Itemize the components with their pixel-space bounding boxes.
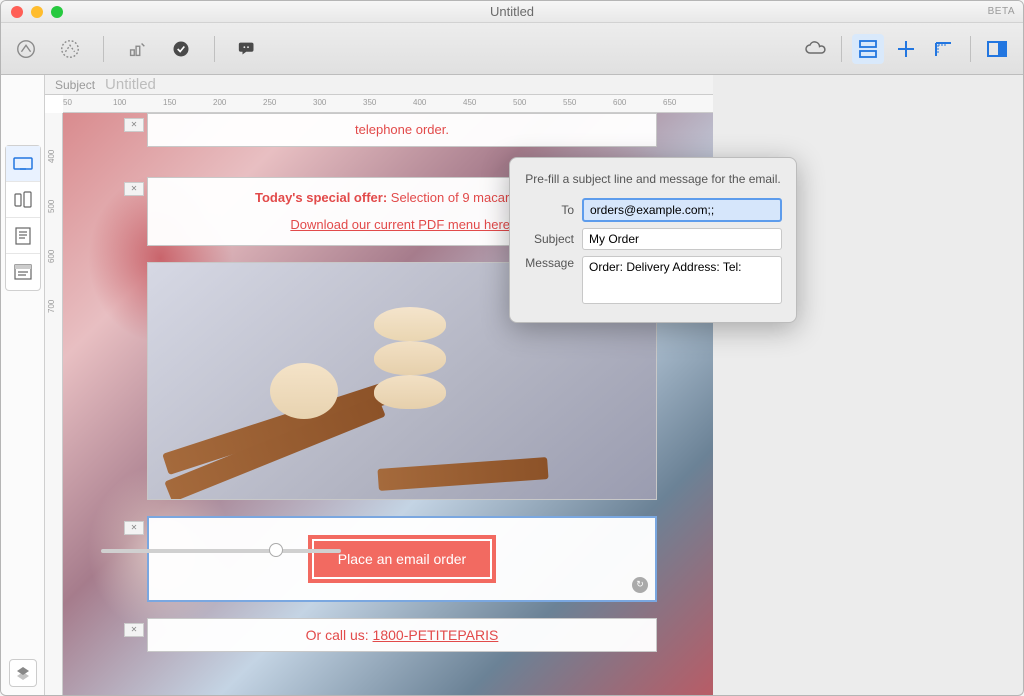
titlebar: Untitled BETA bbox=[1, 1, 1023, 23]
vertical-ruler: 400500600700 bbox=[45, 113, 63, 695]
popover-prompt: Pre-fill a subject line and message for … bbox=[524, 172, 782, 186]
text-view[interactable] bbox=[6, 218, 40, 254]
cloud-sync-icon[interactable] bbox=[799, 34, 831, 64]
close-window[interactable] bbox=[11, 6, 23, 18]
subject-label-pop: Subject bbox=[524, 232, 574, 246]
mobile-view[interactable] bbox=[6, 182, 40, 218]
block-handle[interactable]: ✕ bbox=[124, 182, 144, 196]
link-indicator-icon[interactable]: ↻ bbox=[632, 577, 648, 593]
top-text: telephone order. bbox=[355, 122, 449, 137]
to-label: To bbox=[524, 203, 574, 217]
call-prefix: Or call us: bbox=[306, 627, 373, 643]
beta-label: BETA bbox=[988, 6, 1015, 17]
message-input[interactable] bbox=[582, 256, 782, 304]
call-number[interactable]: 1800-PETITEPARIS bbox=[373, 627, 499, 643]
subject-input[interactable] bbox=[582, 228, 782, 250]
minimize-window[interactable] bbox=[31, 6, 43, 18]
checkmark-icon[interactable] bbox=[166, 34, 196, 64]
zoom-window[interactable] bbox=[51, 6, 63, 18]
block-handle[interactable]: ✕ bbox=[124, 623, 144, 637]
send-test-icon[interactable] bbox=[11, 34, 41, 64]
subject-bar[interactable]: Subject Untitled bbox=[45, 75, 713, 95]
comments-icon[interactable] bbox=[233, 34, 263, 64]
window-title: Untitled bbox=[490, 4, 534, 19]
alignment-icon[interactable] bbox=[890, 34, 922, 64]
email-prefill-popover: Pre-fill a subject line and message for … bbox=[509, 157, 797, 323]
ruler-icon[interactable] bbox=[928, 34, 960, 64]
send-icon[interactable] bbox=[55, 34, 85, 64]
cta-block[interactable]: ✕ Place an email order ↻ bbox=[147, 516, 657, 602]
device-palette bbox=[1, 75, 45, 695]
to-input[interactable] bbox=[582, 198, 782, 222]
block-handle[interactable]: ✕ bbox=[124, 521, 144, 535]
desktop-view[interactable] bbox=[6, 146, 40, 182]
pdf-link[interactable]: Download our current PDF menu here. bbox=[290, 217, 513, 232]
phone-block[interactable]: ✕ Or call us: 1800-PETITEPARIS bbox=[147, 618, 657, 652]
layout-view-icon[interactable] bbox=[852, 34, 884, 64]
message-label: Message bbox=[524, 256, 574, 270]
horizontal-ruler: 50100150200250300350400450500550600650 bbox=[63, 95, 713, 113]
inspector-toggle-icon[interactable] bbox=[981, 34, 1013, 64]
subject-label: Subject bbox=[55, 78, 95, 92]
offer-label: Today's special offer: bbox=[255, 190, 387, 205]
zoom-slider[interactable] bbox=[101, 549, 341, 553]
preview-view[interactable] bbox=[6, 254, 40, 290]
text-block-top[interactable]: ✕ telephone order. bbox=[147, 113, 657, 147]
layers-button[interactable] bbox=[9, 659, 37, 687]
reports-icon[interactable] bbox=[122, 34, 152, 64]
subject-value: Untitled bbox=[105, 76, 156, 93]
block-handle[interactable]: ✕ bbox=[124, 118, 144, 132]
cta-button[interactable]: Place an email order bbox=[312, 539, 492, 579]
main-toolbar bbox=[1, 23, 1023, 75]
